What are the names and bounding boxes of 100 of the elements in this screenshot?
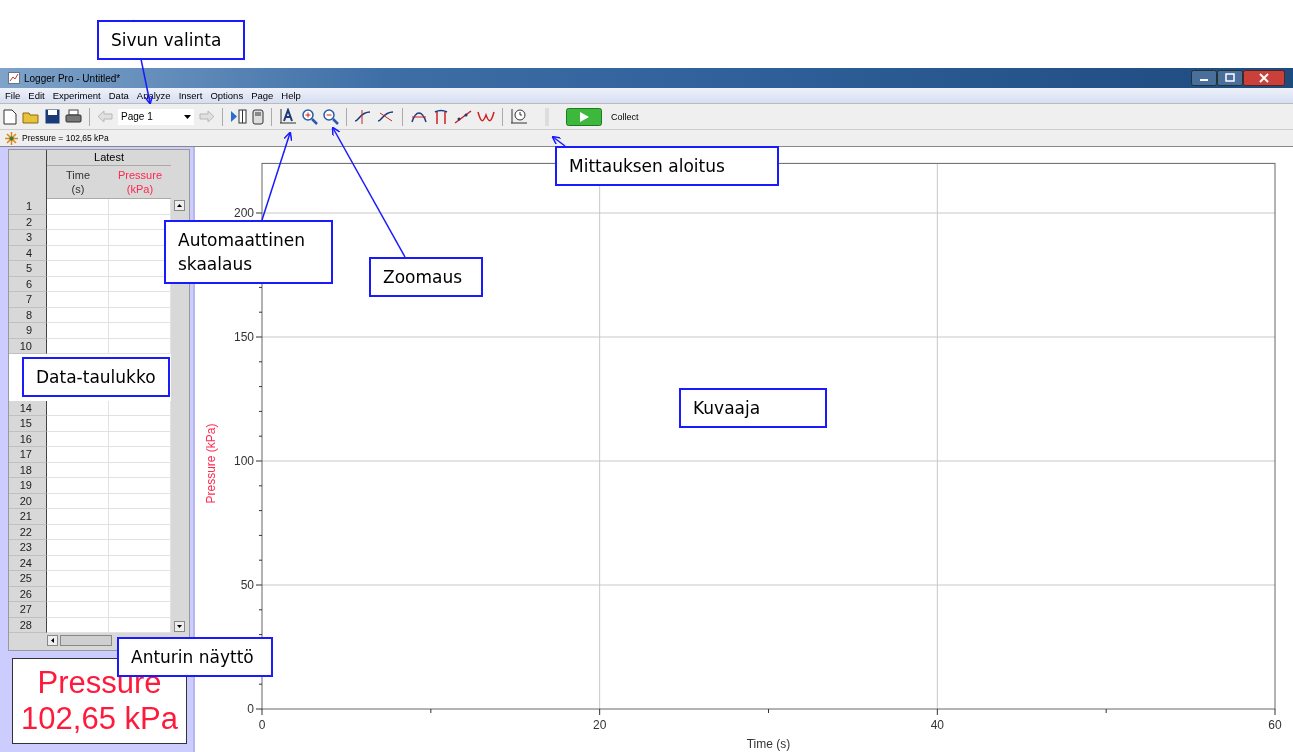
tangent-icon[interactable] bbox=[377, 108, 395, 125]
table-cell[interactable] bbox=[109, 199, 171, 215]
sensor-icon bbox=[5, 131, 18, 145]
table-cell[interactable] bbox=[47, 230, 109, 246]
table-cell[interactable] bbox=[109, 571, 171, 587]
integral-icon[interactable] bbox=[433, 108, 449, 125]
table-cell[interactable] bbox=[109, 586, 171, 602]
table-cell[interactable] bbox=[109, 524, 171, 540]
minimize-icon[interactable] bbox=[1191, 70, 1217, 86]
table-cell[interactable] bbox=[109, 602, 171, 618]
table-cell[interactable] bbox=[47, 307, 109, 323]
table-cell[interactable] bbox=[47, 292, 109, 308]
table-cell[interactable] bbox=[109, 416, 171, 432]
row-number: 3 bbox=[9, 230, 47, 246]
collect-label[interactable]: Collect bbox=[611, 111, 639, 122]
callout-arrow bbox=[551, 135, 566, 147]
page-select[interactable]: Page 1 bbox=[118, 108, 194, 125]
row-number: 5 bbox=[9, 261, 47, 277]
close-icon[interactable] bbox=[1243, 70, 1285, 86]
scroll-up-icon[interactable] bbox=[174, 200, 185, 211]
linear-fit-icon[interactable] bbox=[454, 108, 472, 125]
table-cell[interactable] bbox=[47, 199, 109, 215]
menu-item[interactable]: Page bbox=[251, 90, 274, 101]
table-cell[interactable] bbox=[109, 292, 171, 308]
table-cell[interactable] bbox=[109, 617, 171, 633]
new-file-icon[interactable] bbox=[3, 108, 17, 125]
row-number: 9 bbox=[9, 323, 47, 339]
y-tick-label: 150 bbox=[233, 330, 254, 344]
table-cell[interactable] bbox=[109, 509, 171, 525]
table-icon[interactable] bbox=[230, 109, 247, 124]
row-number: 23 bbox=[9, 540, 47, 556]
meter-icon[interactable] bbox=[252, 108, 264, 125]
table-cell[interactable] bbox=[47, 462, 109, 478]
menu-item[interactable]: Edit bbox=[28, 90, 45, 101]
table-cell[interactable] bbox=[47, 276, 109, 292]
table-cell[interactable] bbox=[109, 478, 171, 494]
forward-arrow-icon[interactable] bbox=[199, 109, 215, 124]
table-cell[interactable] bbox=[47, 478, 109, 494]
table-cell[interactable] bbox=[47, 602, 109, 618]
table-cell[interactable] bbox=[109, 555, 171, 571]
status-text: Pressure = 102,65 kPa bbox=[22, 133, 109, 143]
table-cell[interactable] bbox=[109, 493, 171, 509]
table-cell[interactable] bbox=[109, 400, 171, 416]
table-cell[interactable] bbox=[47, 447, 109, 463]
printer-icon[interactable] bbox=[65, 109, 82, 124]
table-cell[interactable] bbox=[47, 571, 109, 587]
table-cell[interactable] bbox=[109, 307, 171, 323]
table-cell[interactable] bbox=[47, 509, 109, 525]
menu-item[interactable]: Experiment bbox=[52, 90, 101, 101]
meter-reading: 102,65 kPa bbox=[21, 701, 178, 737]
y-tick-label: 0 bbox=[247, 702, 254, 716]
menu-item[interactable]: Options bbox=[210, 90, 244, 101]
table-cell[interactable] bbox=[47, 617, 109, 633]
table-cell[interactable] bbox=[47, 431, 109, 447]
save-icon[interactable] bbox=[45, 109, 60, 124]
menu-item[interactable]: File bbox=[5, 90, 21, 101]
zoom-out-icon[interactable] bbox=[323, 108, 339, 125]
clock-icon[interactable] bbox=[510, 108, 528, 125]
table-cell[interactable] bbox=[47, 245, 109, 261]
menu-item[interactable]: Help bbox=[281, 90, 301, 101]
table-cell[interactable] bbox=[109, 447, 171, 463]
table-cell[interactable] bbox=[47, 555, 109, 571]
scroll-thumb[interactable] bbox=[60, 635, 112, 646]
table-cell[interactable] bbox=[47, 493, 109, 509]
table-cell[interactable] bbox=[47, 323, 109, 339]
scroll-left-icon[interactable] bbox=[47, 635, 58, 646]
row-number: 17 bbox=[9, 447, 47, 463]
table-cell[interactable] bbox=[47, 400, 109, 416]
table-cell[interactable] bbox=[109, 540, 171, 556]
x-tick-label: 20 bbox=[593, 718, 607, 732]
zoom-in-icon[interactable] bbox=[302, 108, 318, 125]
table-cell[interactable] bbox=[47, 416, 109, 432]
scroll-down-icon[interactable] bbox=[174, 621, 185, 632]
back-arrow-icon[interactable] bbox=[97, 109, 113, 124]
y-axis-label: Pressure (kPa) bbox=[204, 423, 218, 504]
table-cell[interactable] bbox=[47, 261, 109, 277]
table-cell[interactable] bbox=[47, 214, 109, 230]
table-cell[interactable] bbox=[47, 540, 109, 556]
x-tick-label: 0 bbox=[258, 718, 266, 732]
row-number: 19 bbox=[9, 478, 47, 494]
row-number: 7 bbox=[9, 292, 47, 308]
table-cell[interactable] bbox=[109, 462, 171, 478]
row-number: 1 bbox=[9, 199, 47, 215]
row-number: 27 bbox=[9, 602, 47, 618]
annotation-tooltip: Sivun valinta bbox=[97, 20, 245, 60]
autoscale-icon[interactable] bbox=[279, 108, 297, 125]
examine-icon[interactable] bbox=[354, 108, 372, 125]
annotation-tooltip: Data-taulukko bbox=[22, 357, 170, 397]
table-cell[interactable] bbox=[47, 524, 109, 540]
menu-item[interactable]: Data bbox=[108, 90, 129, 101]
maximize-icon[interactable] bbox=[1217, 70, 1243, 86]
annotation-tooltip: Automaattinen skaalaus bbox=[164, 220, 333, 284]
row-number: 25 bbox=[9, 571, 47, 587]
table-cell[interactable] bbox=[109, 431, 171, 447]
table-cell[interactable] bbox=[109, 323, 171, 339]
x-tick-label: 40 bbox=[930, 718, 944, 732]
play-icon[interactable] bbox=[566, 107, 602, 126]
table-cell[interactable] bbox=[47, 586, 109, 602]
menu-item[interactable]: Insert bbox=[178, 90, 203, 101]
annotation-tooltip: Zoomaus bbox=[369, 257, 483, 297]
